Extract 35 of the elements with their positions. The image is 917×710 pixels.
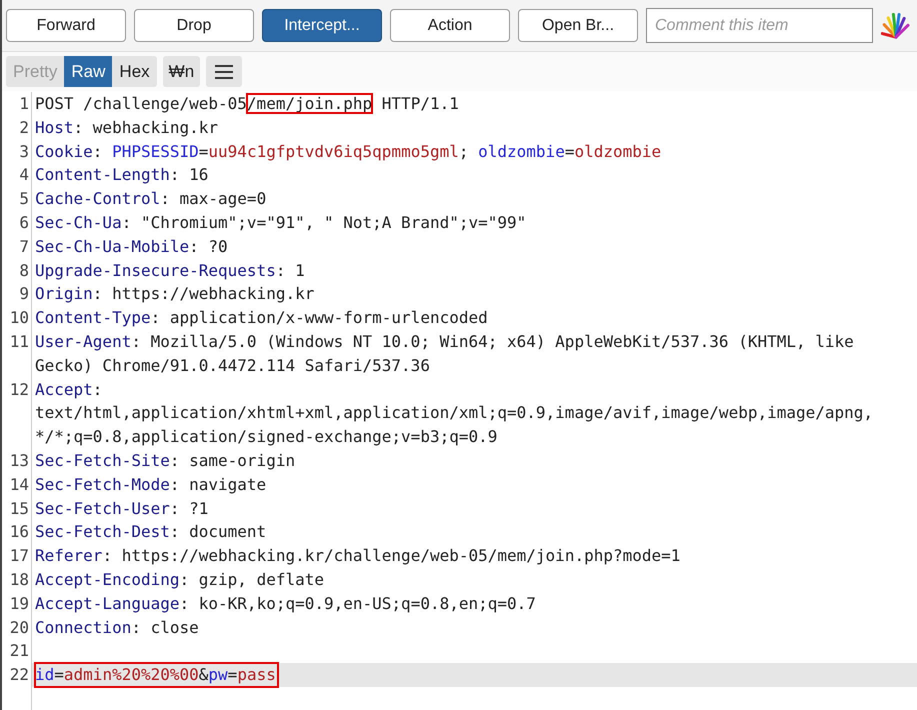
toolbar-button[interactable]: Intercept... [262,9,382,42]
code-line: User-Agent: Mozilla/5.0 (Windows NT 10.0; Win64; x64) AppleWebKit/537.36 (KHTML, like Gecko) Chrome/91.0.4472.114 Safari/537.36 [34,330,855,377]
code-line: Sec-Ch-Ua-Mobile: ?0 [34,236,229,258]
color-fan-icon [881,12,911,38]
code-line: Sec-Fetch-Site: same-origin [34,450,296,472]
code-line: Content-Type: application/x-www-form-urlencoded [34,307,489,330]
newline-toggle[interactable]: ₩n [162,56,200,87]
code-line: Cookie: PHPSESSID=uu94c1gfptvdv6iq5qpmmo5gml; oldzombie=oldzombie [34,140,662,163]
toolbar-button[interactable]: Open Br... [518,9,638,42]
code-text: POST /challenge/web-05 [35,94,247,113]
toolbar-button[interactable]: Forward [6,9,126,42]
code-line: Content-Length: 16 [34,164,210,186]
highlight-box: id=admin%20%20%00&pw=pass [35,663,278,687]
comment-field[interactable]: Comment this item [646,8,873,43]
menu-button[interactable] [206,56,242,87]
code-line: Accept: text/html,application/xhtml+xml,application/xml;q=0.9,image/avif,image/webp,image/apng,*/*;q=0.8,application/signed-exchange;v=b3;q=0.9 [34,378,874,448]
code-line: Sec-Fetch-Dest: document [34,521,268,544]
code-line: Sec-Fetch-User: ?1 [34,498,210,520]
code-line: Cache-Control: max-age=0 [34,188,268,210]
highlight-box: /mem/join.php [246,94,372,113]
code-line: Connection: close [34,616,200,639]
code-line: Accept-Language: ko-KR,ko;q=0.9,en-US;q=0.8,en;q=0.7 [34,592,537,615]
code-line: Origin: https://webhacking.kr [34,283,316,306]
code-line: Sec-Ch-Ua: "Chromium";v="91", " Not;A Brand";v="99" [34,212,528,234]
view-tab[interactable]: Hex [112,56,157,87]
code-line: Upgrade-Insecure-Requests: 1 [34,260,306,282]
code-line: Referer: https://webhacking.kr/challenge/web-05/mem/join.php?mode=1 [34,545,682,568]
code-text: HTTP/1.1 [380,94,459,113]
code-line: Accept-Encoding: gzip, deflate [34,568,325,591]
toolbar-button[interactable]: Action [390,9,510,42]
menu-icon [215,64,234,78]
code-line: Sec-Fetch-Mode: navigate [34,474,268,496]
view-tab[interactable]: Raw [64,56,112,87]
toolbar-button[interactable]: Drop [134,9,254,42]
code-line: Host: webhacking.kr [34,116,220,139]
